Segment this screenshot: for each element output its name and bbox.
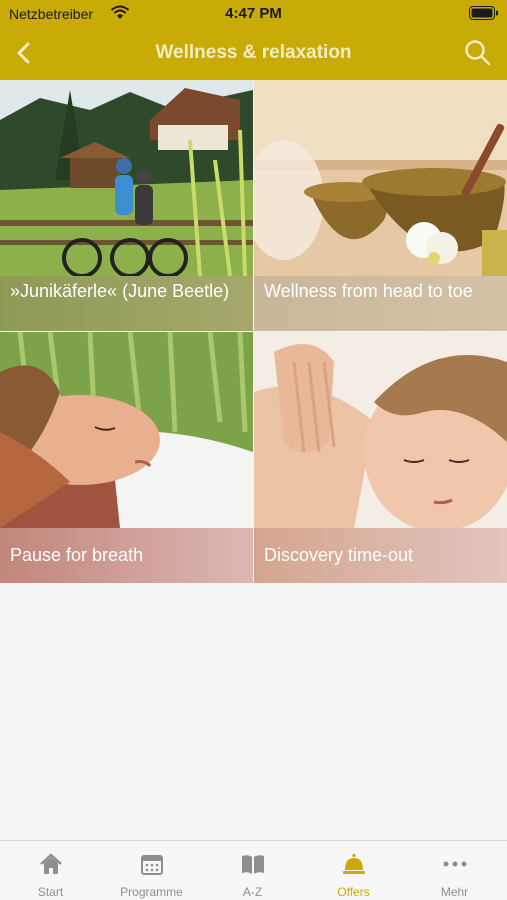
tab-label: Start — [37, 885, 64, 899]
tab-programme[interactable]: Programme — [101, 841, 202, 900]
top-bar: Netzbetreiber 4:47 PM Wellness & relaxat… — [0, 0, 507, 80]
calendar-icon — [141, 855, 163, 875]
offer-caption: Pause for breath — [0, 528, 253, 583]
status-bar: Netzbetreiber 4:47 PM — [0, 0, 507, 28]
battery-icon — [469, 6, 498, 20]
offer-caption: Wellness from head to toe — [254, 276, 507, 331]
tab-label: A-Z — [242, 885, 263, 899]
tab-label: Programme — [120, 885, 183, 899]
offer-image-massage — [254, 332, 507, 528]
tab-bar: Start Programme A-Z Offers Mehr — [0, 840, 507, 900]
offer-tile-pause-for-breath[interactable]: Pause for breath — [0, 332, 253, 583]
offer-caption: »Junikäferle« (June Beetle) — [0, 276, 253, 331]
tab-label: Offers — [337, 885, 370, 899]
tab-label: Mehr — [440, 885, 469, 899]
house-icon — [40, 853, 62, 874]
tab-mehr[interactable]: Mehr — [404, 841, 505, 900]
offer-image-relaxing-woman — [0, 332, 253, 528]
offer-image-bikes — [0, 80, 253, 276]
offer-tile-discovery-time-out[interactable]: Discovery time-out — [254, 332, 507, 583]
clock-label: 4:47 PM — [225, 5, 282, 22]
offer-tile-wellness-head-to-toe[interactable]: Wellness from head to toe — [254, 80, 507, 331]
offer-image-singing-bowls — [254, 80, 507, 276]
nav-bar: Wellness & relaxation — [0, 28, 507, 80]
book-icon — [242, 855, 264, 874]
tab-a-z[interactable]: A-Z — [202, 841, 303, 900]
offer-tile-junikaeferle[interactable]: »Junikäferle« (June Beetle) — [0, 80, 253, 331]
offer-caption: Discovery time-out — [254, 528, 507, 583]
tab-start[interactable]: Start — [0, 841, 101, 900]
page-title: Wellness & relaxation — [155, 42, 352, 63]
more-dots-icon — [443, 861, 467, 867]
search-icon[interactable] — [463, 38, 493, 68]
service-bell-icon — [343, 854, 365, 874]
tab-offers[interactable]: Offers — [303, 841, 404, 900]
